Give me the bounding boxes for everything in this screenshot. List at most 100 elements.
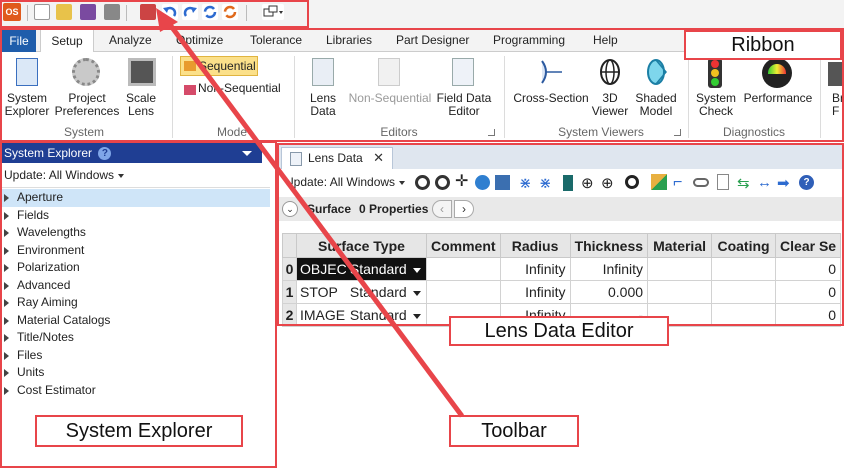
3d-viewer-button[interactable]: 3D Viewer — [590, 92, 630, 118]
field-data-editor-button[interactable]: Field Data Editor — [434, 92, 494, 118]
coating-cell[interactable] — [711, 280, 777, 304]
tab-analyze[interactable]: Analyze — [109, 33, 152, 47]
print-icon[interactable] — [104, 4, 120, 20]
toggle-icon[interactable] — [693, 178, 709, 187]
redo-icon[interactable] — [182, 4, 198, 20]
tab-setup[interactable]: Setup — [40, 29, 94, 53]
swap-arrows-icon[interactable]: ⇆ — [737, 174, 750, 192]
column-header-comment[interactable]: Comment — [426, 233, 501, 258]
surface-tool-icon[interactable]: ⊕ — [581, 174, 594, 192]
thickness-cell[interactable]: Infinity — [569, 257, 649, 281]
column-header-coating[interactable]: Coating — [711, 233, 777, 258]
dialog-launcher-icon[interactable] — [488, 129, 495, 136]
column-header-radius[interactable]: Radius — [499, 233, 571, 258]
scale-lens-button[interactable]: Scale Lens — [120, 92, 162, 118]
expand-arrows-icon[interactable]: ↔ — [757, 174, 772, 191]
help-icon[interactable]: ? — [98, 147, 112, 161]
refresh-icon[interactable] — [202, 4, 218, 20]
non-sequential-mode-button[interactable]: Non-Sequential — [198, 82, 281, 95]
update-all-windows-dropdown[interactable]: Update: All Windows — [4, 168, 124, 182]
comment-cell[interactable] — [426, 280, 501, 304]
column-header-clear-semi-diameter[interactable]: Clear Se — [775, 233, 842, 258]
system-check-button[interactable]: System Check — [694, 92, 738, 118]
tree-item-fields[interactable]: Fields — [0, 207, 270, 225]
tab-programming[interactable]: Programming — [493, 33, 565, 47]
expand-arrow-icon[interactable] — [4, 281, 9, 290]
next-surface-button[interactable]: › — [454, 200, 474, 218]
tab-lens-data[interactable]: Lens Data ✕ — [281, 147, 393, 169]
dropdown-arrow-icon[interactable] — [412, 267, 421, 273]
grid-tool-icon[interactable] — [495, 175, 510, 190]
tree-item-advanced[interactable]: Advanced — [0, 277, 270, 295]
ray-fan-icon[interactable]: ⋇ — [519, 174, 532, 192]
open-file-icon[interactable] — [56, 4, 72, 20]
expand-arrow-icon[interactable] — [4, 369, 9, 377]
clear-semi-diameter-cell[interactable]: 0 — [775, 280, 842, 304]
previous-surface-button[interactable]: ‹ — [432, 200, 452, 218]
dialog-launcher-icon[interactable] — [674, 129, 681, 136]
expand-arrow-icon[interactable] — [4, 264, 9, 272]
pen-tool-icon[interactable] — [651, 174, 667, 190]
tree-item-aperture[interactable]: Aperture — [0, 189, 270, 207]
tree-item-material-catalogs[interactable]: Material Catalogs — [0, 312, 270, 330]
tree-item-cost-estimator[interactable]: Cost Estimator — [0, 382, 270, 400]
shaded-model-icon[interactable] — [140, 4, 156, 20]
expand-arrow-icon[interactable] — [4, 316, 9, 325]
tree-item-polarization[interactable]: Polarization — [0, 259, 270, 277]
comment-cell[interactable] — [426, 257, 501, 281]
window-layout-icon[interactable] — [262, 4, 284, 20]
tree-item-wavelengths[interactable]: Wavelengths — [0, 224, 270, 242]
undo-icon[interactable] — [162, 4, 178, 20]
tab-optimize[interactable]: Optimize — [176, 33, 223, 47]
non-sequential-editor-button[interactable]: Non-Sequential — [348, 92, 432, 105]
table-row[interactable]: 0 OBJECT Standard Infinity Infinity 0 — [282, 257, 842, 281]
tree-item-ray-aiming[interactable]: Ray Aiming — [0, 294, 270, 312]
dropdown-arrow-icon[interactable] — [412, 313, 421, 319]
reload-icon[interactable] — [415, 175, 430, 190]
expand-arrow-icon[interactable] — [4, 211, 9, 220]
tab-help[interactable]: Help — [593, 33, 618, 47]
right-arrow-icon[interactable]: ➡ — [777, 174, 790, 192]
page-icon[interactable] — [717, 174, 729, 190]
expand-arrow-icon[interactable] — [4, 334, 9, 342]
clear-semi-diameter-cell[interactable]: 0 — [775, 257, 842, 281]
performance-button[interactable]: Performance — [742, 92, 814, 105]
surface-type-cell[interactable]: OBJECT Standard — [296, 257, 427, 281]
collapse-chevron-icon[interactable]: ⌄ — [282, 201, 298, 217]
thickness-cell[interactable]: 0.000 — [569, 280, 649, 304]
expand-arrow-icon[interactable] — [4, 351, 9, 360]
table-row[interactable]: 1 STOP Standard Infinity 0.000 0 — [282, 280, 842, 304]
tree-item-units[interactable]: Units — [0, 364, 270, 382]
reload-all-icon[interactable] — [435, 175, 450, 190]
clear-semi-diameter-cell[interactable]: 0 — [775, 303, 842, 327]
system-explorer-button[interactable]: System Explorer — [4, 92, 50, 118]
expand-arrow-icon[interactable] — [4, 386, 9, 395]
column-header-material[interactable]: Material — [647, 233, 713, 258]
tab-part-designer[interactable]: Part Designer — [396, 33, 469, 47]
help-circle-icon[interactable]: ? — [799, 175, 814, 190]
radius-cell[interactable]: Infinity — [499, 257, 571, 281]
tree-item-environment[interactable]: Environment — [0, 242, 270, 260]
new-file-icon[interactable] — [34, 4, 50, 20]
editor-update-dropdown[interactable]: Update: All Windows — [285, 175, 405, 189]
dropdown-arrow-icon[interactable] — [412, 290, 421, 296]
shaded-model-button[interactable]: Shaded Model — [632, 92, 680, 118]
pipe-tool-icon[interactable]: ⌐ — [673, 174, 682, 192]
circle-dropdown-icon[interactable] — [625, 175, 639, 189]
column-header-surface-type[interactable]: Surface Type — [296, 233, 427, 258]
cross-section-button[interactable]: Cross-Section — [512, 92, 590, 105]
tab-libraries[interactable]: Libraries — [326, 33, 372, 47]
tab-tolerance[interactable]: Tolerance — [250, 33, 302, 47]
surface-type-cell[interactable]: STOP Standard — [296, 280, 427, 304]
globe-icon[interactable] — [475, 175, 490, 190]
coating-cell[interactable] — [711, 303, 777, 327]
crosshair-icon[interactable]: ✛ — [455, 174, 468, 190]
material-cell[interactable] — [647, 280, 713, 304]
ray-fan-2-icon[interactable]: ⋇ — [539, 174, 552, 192]
column-header-thickness[interactable]: Thickness — [569, 233, 649, 258]
expand-arrow-icon[interactable] — [4, 194, 9, 202]
coating-cell[interactable] — [711, 257, 777, 281]
tree-item-files[interactable]: Files — [0, 347, 270, 365]
update-icon[interactable] — [222, 4, 238, 20]
expand-arrow-icon[interactable] — [4, 299, 9, 307]
